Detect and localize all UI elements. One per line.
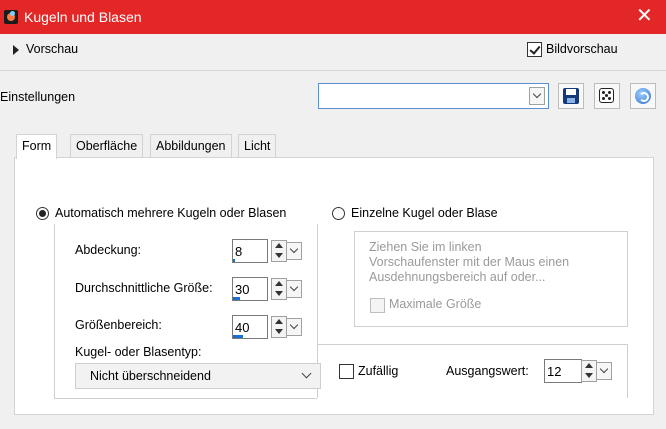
app-icon — [4, 10, 18, 24]
show-preview-checkbox[interactable] — [527, 42, 542, 57]
mode-single-label[interactable]: Einzelne Kugel oder Blase — [351, 206, 498, 220]
preview-expander-label[interactable]: Vorschau — [26, 42, 78, 56]
reset-button[interactable] — [630, 83, 656, 109]
preset-dropdown-button[interactable] — [529, 87, 545, 105]
expand-arrow-icon[interactable] — [13, 45, 19, 55]
single-hint-line: Ziehen Sie im linken — [369, 240, 482, 254]
mode-auto-radio[interactable] — [36, 207, 49, 220]
avg-size-dropdown[interactable] — [286, 280, 302, 298]
reset-icon — [635, 88, 651, 104]
tab-light[interactable]: Licht — [238, 134, 277, 158]
seed-input[interactable]: 12 — [544, 359, 582, 383]
type-select-value: Nicht überschneidend — [90, 369, 211, 383]
max-size-label[interactable]: Maximale Größe — [389, 297, 481, 311]
avg-size-level-bar — [233, 297, 241, 300]
seed-dropdown[interactable] — [596, 362, 612, 380]
single-hint-box: Ziehen Sie im linken Vorschaufenster mit… — [354, 231, 628, 327]
size-range-input[interactable]: 40 — [232, 315, 268, 339]
seed-spinner[interactable] — [581, 360, 597, 382]
max-size-checkbox[interactable] — [370, 298, 385, 313]
chevron-down-icon — [532, 89, 542, 99]
group-border-bottom-right — [317, 344, 627, 345]
preview-row: Vorschau Bildvorschau — [0, 34, 666, 70]
group-border-left — [54, 224, 55, 398]
size-range-dropdown[interactable] — [286, 318, 302, 336]
window-title: Kugeln und Blasen — [24, 9, 142, 25]
coverage-value: 8 — [235, 244, 243, 259]
dice-icon — [599, 88, 614, 103]
close-icon[interactable]: ✕ — [636, 4, 653, 28]
show-preview-label[interactable]: Bildvorschau — [546, 42, 618, 56]
size-range-spinner[interactable] — [271, 316, 287, 338]
save-icon — [563, 88, 579, 104]
title-bar: Kugeln und Blasen ✕ — [0, 0, 666, 34]
coverage-dropdown[interactable] — [286, 242, 302, 260]
separator — [0, 70, 666, 71]
coverage-level-bar — [233, 259, 235, 262]
settings-label: Einstellungen — [0, 90, 76, 104]
seed-value: 12 — [547, 364, 562, 379]
coverage-spinner[interactable] — [271, 240, 287, 262]
seed-label: Ausgangswert: — [446, 364, 529, 378]
coverage-input[interactable]: 8 — [232, 239, 268, 263]
coverage-label: Abdeckung: — [75, 243, 142, 257]
size-range-value: 40 — [235, 320, 250, 335]
randomize-button[interactable] — [594, 83, 620, 109]
tab-surface[interactable]: Oberfläche — [70, 134, 144, 158]
avg-size-spinner[interactable] — [271, 278, 287, 300]
single-hint-line: Ausdehnungsbereich auf oder... — [369, 270, 546, 284]
avg-size-input[interactable]: 30 — [232, 277, 268, 301]
group-border-far-right — [627, 344, 628, 398]
group-border-bottom — [54, 398, 317, 399]
size-range-label: Größenbereich: — [75, 318, 162, 332]
chevron-down-icon — [301, 368, 312, 379]
avg-size-label: Durchschnittliche Größe: — [75, 281, 213, 295]
avg-size-value: 30 — [235, 282, 250, 297]
tab-form[interactable]: Form — [16, 134, 58, 159]
type-label: Kugel- oder Blasentyp: — [75, 345, 202, 359]
form-panel: Automatisch mehrere Kugeln oder Blasen E… — [14, 157, 654, 415]
single-hint-line: Vorschaufenster mit der Maus einen — [369, 255, 570, 269]
random-checkbox[interactable] — [339, 364, 354, 379]
mode-auto-label[interactable]: Automatisch mehrere Kugeln oder Blasen — [55, 206, 286, 220]
save-preset-button[interactable] — [558, 83, 584, 109]
random-label[interactable]: Zufällig — [358, 364, 398, 378]
preset-dropdown[interactable] — [318, 83, 549, 109]
size-range-level-bar — [233, 335, 243, 338]
mode-single-radio[interactable] — [332, 207, 345, 220]
single-hint-text: Ziehen Sie im linken Vorschaufenster mit… — [369, 240, 569, 285]
tab-illustrations[interactable]: Abbildungen — [150, 134, 232, 158]
type-select[interactable]: Nicht überschneidend — [75, 363, 321, 389]
